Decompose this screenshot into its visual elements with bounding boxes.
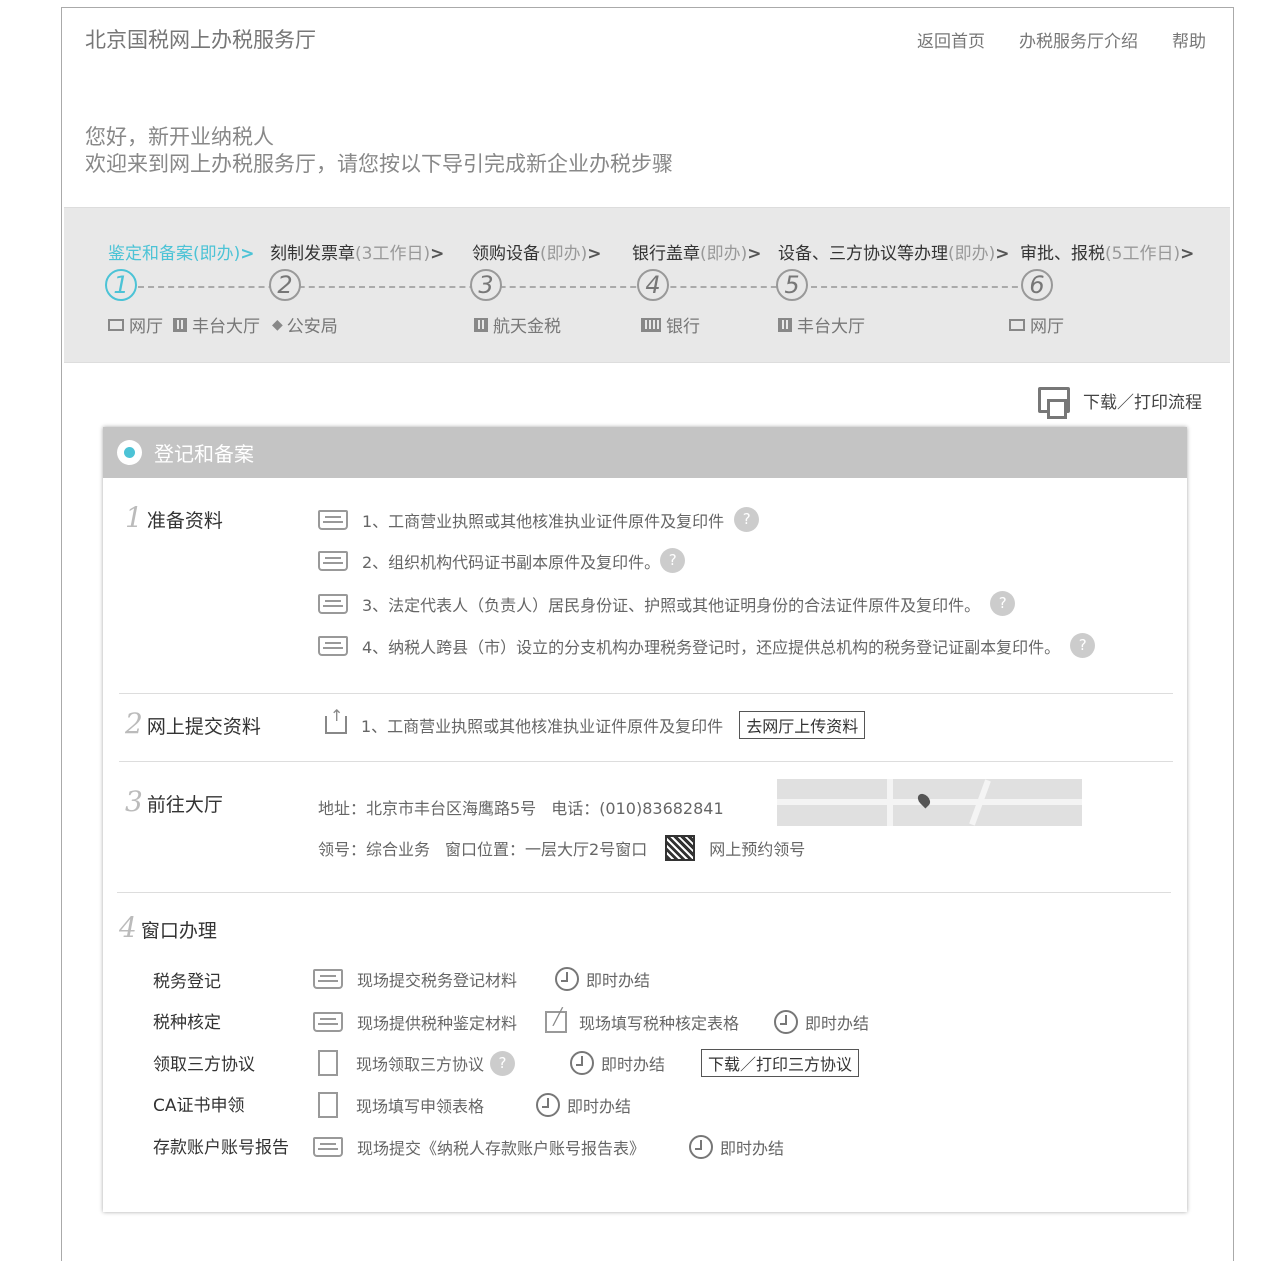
download-flow-button[interactable]: 下载／打印流程 — [1038, 387, 1202, 419]
step-6-title[interactable]: 审批、报税(5工作日)> — [1020, 239, 1194, 264]
step-5-title[interactable]: 设备、三方协议等办理(即办)> — [778, 239, 1010, 264]
document-tray-icon — [313, 1012, 343, 1032]
hall-address: 地址：北京市丰台区海鹰路5号 电话：(010)83682841 — [318, 799, 724, 818]
row-label-bank-account: 存款账户账号报告 — [153, 1138, 289, 1158]
clock-icon — [774, 1010, 799, 1034]
card-header: 登记和备案 — [103, 427, 1187, 478]
printer-icon — [1038, 387, 1070, 419]
steps-bar: 鉴定和备案(即办)> 刻制发票章(3工作日)> 领购设备(即办)> 银行盖章(即… — [64, 207, 1230, 363]
document-icon — [318, 1092, 338, 1118]
list-item: 4、纳税人跨县（市）设立的分支机构办理税务登记时，还应提供总机构的税务登记证副本… — [318, 633, 1096, 658]
bank-icon — [641, 317, 661, 332]
greeting-line2: 欢迎来到网上办税服务厅，请您按以下导引完成新企业办税步骤 — [85, 152, 673, 176]
help-icon[interactable]: ? — [660, 548, 686, 573]
clock-icon — [555, 967, 580, 991]
map-pin-icon — [915, 791, 933, 809]
building-icon — [173, 317, 187, 332]
step-2-circle[interactable]: 2 — [269, 269, 301, 301]
help-link[interactable]: 帮助 — [1172, 27, 1206, 52]
list-item: 1、工商营业执照或其他核准执业证件原件及复印件 ? — [318, 507, 760, 532]
table-row: 现场提交《纳税人存款账户账号报告表》 即时办结 — [313, 1135, 784, 1159]
header-nav: 返回首页 办税服务厅介绍 帮助 — [917, 27, 1206, 52]
document-tray-icon — [313, 1137, 343, 1157]
document-tray-icon — [318, 593, 348, 614]
document-tray-icon — [318, 550, 348, 571]
row-label-ca-cert: CA证书申领 — [153, 1096, 245, 1116]
divider — [119, 761, 1173, 762]
step-5-circle[interactable]: 5 — [776, 269, 808, 301]
step-1-circle[interactable]: 1 — [105, 269, 137, 301]
clock-icon — [536, 1093, 561, 1117]
intro-link[interactable]: 办税服务厅介绍 — [1019, 27, 1138, 52]
site-title: 北京国税网上办税服务厅 — [85, 28, 316, 52]
registration-card: 登记和备案 1 准备资料 1、工商营业执照或其他核准执业证件原件及复印件 ? 2、… — [103, 427, 1187, 1212]
step-1-title[interactable]: 鉴定和备案(即办)> — [108, 239, 255, 264]
upload-icon — [325, 706, 347, 734]
section-1-title: 1 准备资料 — [125, 501, 223, 534]
step-4-circle[interactable]: 4 — [637, 269, 669, 301]
table-row: 现场领取三方协议 ? 即时办结 下载／打印三方协议 — [318, 1049, 860, 1077]
table-row: 现场提供税种鉴定材料 现场填写税种核定表格 即时办结 — [313, 1007, 869, 1034]
upload-item: 1、工商营业执照或其他核准执业证件原件及复印件 去网厅上传资料 — [325, 706, 866, 739]
greeting: 您好，新开业纳税人 欢迎来到网上办税服务厅，请您按以下导引完成新企业办税步骤 — [85, 124, 673, 178]
document-tray-icon — [318, 635, 348, 656]
home-link[interactable]: 返回首页 — [917, 27, 985, 52]
step-2-title[interactable]: 刻制发票章(3工作日)> — [270, 239, 444, 264]
help-icon[interactable]: ? — [490, 1050, 516, 1076]
step-4-locations: 银行 — [641, 312, 700, 337]
document-tray-icon — [318, 509, 348, 530]
section-3-title: 3 前往大厅 — [125, 785, 223, 818]
document-icon — [318, 1050, 338, 1076]
table-row: 现场填写申领表格 即时办结 — [318, 1092, 631, 1118]
download-agreement-button[interactable]: 下载／打印三方协议 — [701, 1049, 860, 1077]
section-2-title: 2 网上提交资料 — [125, 707, 261, 740]
greeting-line1: 您好，新开业纳税人 — [85, 125, 274, 149]
step-3-locations: 航天金税 — [474, 312, 561, 337]
help-icon[interactable]: ? — [1070, 633, 1096, 658]
radio-selected-icon[interactable] — [117, 440, 142, 465]
qr-code-icon[interactable] — [665, 835, 696, 861]
upload-materials-button[interactable]: 去网厅上传资料 — [739, 711, 866, 739]
row-label-tax-registration: 税务登记 — [153, 972, 221, 992]
table-row: 现场提交税务登记材料 即时办结 — [313, 967, 650, 991]
office-building-icon — [474, 317, 488, 332]
step-2-locations: ◆ 公安局 — [272, 316, 338, 338]
divider — [119, 693, 1173, 694]
help-icon[interactable]: ? — [734, 507, 760, 532]
step-4-title[interactable]: 银行盖章(即办)> — [632, 239, 762, 264]
monitor-icon — [108, 318, 124, 331]
edit-form-icon — [545, 1007, 568, 1033]
step-3-title[interactable]: 领购设备(即办)> — [472, 239, 602, 264]
list-item: 3、法定代表人（负责人）居民身份证、护照或其他证明身份的合法证件原件及复印件。 … — [318, 591, 1016, 616]
step-5-locations: 丰台大厅 — [778, 312, 865, 337]
section-4-title: 4 窗口办理 — [119, 911, 217, 944]
card-title: 登记和备案 — [154, 442, 254, 466]
row-label-tax-type: 税种核定 — [153, 1013, 221, 1033]
building-icon — [778, 317, 792, 332]
divider — [117, 892, 1171, 893]
step-3-circle[interactable]: 3 — [470, 269, 502, 301]
row-label-tripartite: 领取三方协议 — [153, 1055, 255, 1075]
help-icon[interactable]: ? — [990, 591, 1016, 616]
hall-ticket-info: 领号：综合业务 窗口位置：一层大厅2号窗口 网上预约领号 — [318, 835, 805, 861]
monitor-icon — [1009, 318, 1025, 331]
online-appointment-link[interactable]: 网上预约领号 — [709, 836, 805, 860]
list-item: 2、组织机构代码证书副本原件及复印件。 ? — [318, 548, 686, 573]
document-tray-icon — [313, 969, 343, 989]
location-map[interactable] — [777, 779, 1082, 826]
step-6-locations: 网厅 — [1009, 312, 1064, 337]
clock-icon — [689, 1135, 714, 1159]
clock-icon — [570, 1051, 595, 1075]
step-1-locations: 网厅 丰台大厅 — [108, 312, 260, 337]
police-cap-icon: ◆ — [272, 316, 283, 333]
step-6-circle[interactable]: 6 — [1021, 269, 1053, 301]
